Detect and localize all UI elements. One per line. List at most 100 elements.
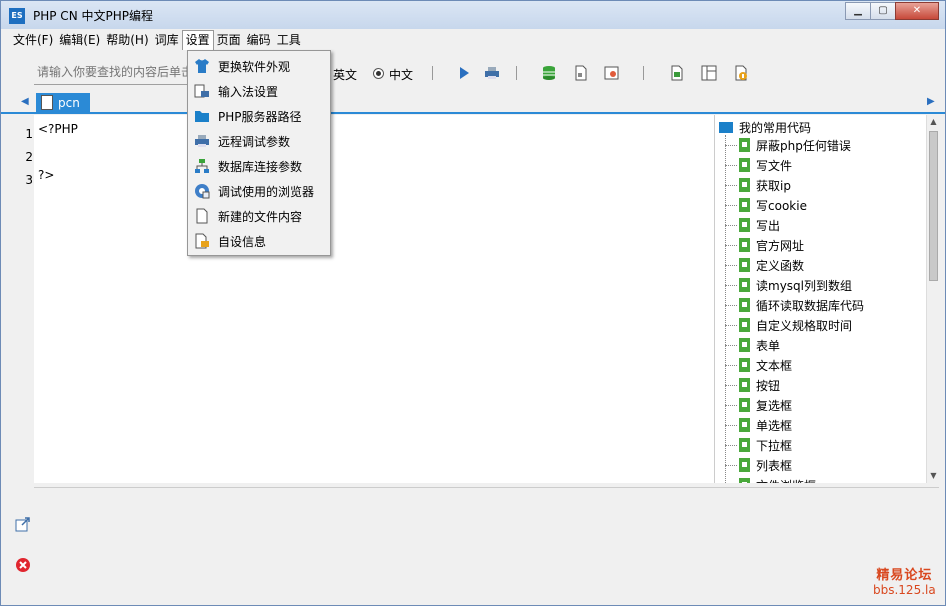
tree-connector bbox=[725, 464, 737, 466]
menu-item-label: 输入法设置 bbox=[218, 84, 279, 99]
export-icon[interactable] bbox=[15, 516, 31, 532]
tree-connector bbox=[725, 364, 737, 366]
printer-icon[interactable] bbox=[484, 65, 500, 81]
shirt-icon bbox=[194, 58, 210, 74]
tree-root[interactable]: 我的常用代码 bbox=[719, 118, 811, 136]
tree-item[interactable]: 文本框 bbox=[725, 355, 792, 375]
menu-encoding[interactable]: 编码 bbox=[244, 30, 274, 50]
menu-bar: 文件(F) 编辑(E) 帮助(H) 词库 设置 页面 编码 工具 bbox=[1, 30, 945, 50]
tree-item[interactable]: 表单 bbox=[725, 335, 780, 355]
tree-scrollbar[interactable]: ▲ ▼ bbox=[926, 115, 939, 483]
app-icon: ES bbox=[9, 8, 25, 24]
search-input[interactable] bbox=[34, 61, 194, 83]
tree-item[interactable]: 复选框 bbox=[725, 395, 792, 415]
run-icon[interactable] bbox=[456, 65, 472, 81]
tree-item-label: 循环读取数据库代码 bbox=[756, 298, 865, 313]
tree-item[interactable]: 写出 bbox=[725, 215, 780, 235]
snippet-icon bbox=[739, 378, 750, 392]
tree-item[interactable]: 读mysql列到数组 bbox=[725, 275, 852, 295]
tab-next-arrow[interactable]: ▶ bbox=[927, 96, 935, 107]
scroll-down-arrow[interactable]: ▼ bbox=[927, 469, 940, 483]
code-editor[interactable] bbox=[34, 115, 714, 483]
snippet-icon bbox=[739, 238, 750, 252]
tree-item-label: 写cookie bbox=[756, 198, 807, 213]
toolbar-separator bbox=[643, 66, 644, 80]
menu-item-input-method[interactable]: 输入法设置 bbox=[190, 79, 328, 103]
menu-item-debug-browser[interactable]: 调试使用的浏览器 bbox=[190, 179, 328, 203]
menu-edit[interactable]: 编辑(E) bbox=[56, 30, 103, 50]
panel-divider bbox=[34, 487, 939, 488]
menu-tools[interactable]: 工具 bbox=[274, 30, 304, 50]
browser-icon bbox=[194, 183, 210, 199]
menu-page[interactable]: 页面 bbox=[214, 30, 244, 50]
tree-item[interactable]: 下拉框 bbox=[725, 435, 792, 455]
menu-item-remote-debug[interactable]: 远程调试参数 bbox=[190, 129, 328, 153]
error-icon[interactable] bbox=[15, 557, 31, 573]
menu-item-php-server-path[interactable]: PHP服务器路径 bbox=[190, 104, 328, 128]
tree-item[interactable]: 写cookie bbox=[725, 195, 807, 215]
tree-item-label: 文本框 bbox=[756, 358, 793, 373]
tree-item[interactable]: 按钮 bbox=[725, 375, 780, 395]
tree-connector bbox=[725, 204, 737, 206]
menu-help[interactable]: 帮助(H) bbox=[103, 30, 151, 50]
help-file-icon[interactable] bbox=[733, 65, 749, 81]
tree-item[interactable]: 官方网址 bbox=[725, 235, 804, 255]
tree-item-label: 写文件 bbox=[756, 158, 793, 173]
maximize-button[interactable]: ▢ bbox=[870, 2, 896, 20]
image-record-icon[interactable] bbox=[604, 65, 620, 81]
tree-connector bbox=[725, 144, 737, 146]
code-line[interactable]: <?PHP bbox=[38, 122, 78, 136]
tree-item[interactable]: 循环读取数据库代码 bbox=[725, 295, 864, 315]
menu-item-db-connection[interactable]: 数据库连接参数 bbox=[190, 154, 328, 178]
code-line[interactable]: ?> bbox=[38, 168, 54, 182]
tab-prev-arrow[interactable]: ◀ bbox=[21, 96, 29, 107]
folder-icon bbox=[194, 108, 210, 124]
printer-icon bbox=[194, 133, 210, 149]
line-number: 2 bbox=[25, 150, 33, 164]
lang-english-label[interactable]: 英文 bbox=[333, 66, 357, 83]
lang-chinese-radio[interactable] bbox=[373, 68, 384, 79]
database-icon[interactable] bbox=[541, 65, 557, 81]
tree-connector bbox=[725, 164, 737, 166]
lock-file-icon[interactable] bbox=[669, 65, 685, 81]
tab-pcn[interactable]: pcn bbox=[36, 93, 90, 113]
snippet-tree: 我的常用代码 屏蔽php任何错误写文件获取ip 写cookie 写出 官方网址 定义函数… bbox=[714, 115, 939, 483]
snippet-icon bbox=[739, 278, 750, 292]
menu-dictionary[interactable]: 词库 bbox=[152, 30, 182, 50]
menu-item-custom-info[interactable]: 自设信息 bbox=[190, 229, 328, 253]
output-panel bbox=[1, 483, 945, 605]
toolbar-separator bbox=[432, 66, 433, 80]
menu-file[interactable]: 文件(F) bbox=[10, 30, 56, 50]
tree-item[interactable]: 获取ip bbox=[725, 175, 791, 195]
tree-connector bbox=[725, 284, 737, 286]
tree-item-label: 下拉框 bbox=[756, 438, 793, 453]
tab-underline bbox=[1, 112, 945, 114]
tree-item[interactable]: 自定义规格取时间 bbox=[725, 315, 852, 335]
lang-chinese-label[interactable]: 中文 bbox=[389, 66, 413, 83]
scroll-thumb[interactable] bbox=[929, 131, 938, 281]
tab-label: pcn bbox=[58, 96, 80, 110]
tree-item[interactable]: 定义函数 bbox=[725, 255, 804, 275]
menu-settings[interactable]: 设置 bbox=[181, 30, 214, 50]
tree-connector bbox=[725, 244, 737, 246]
tree-item[interactable]: 写文件 bbox=[725, 155, 792, 175]
network-icon bbox=[194, 158, 210, 174]
menu-item-appearance[interactable]: 更换软件外观 bbox=[190, 54, 328, 78]
tree-item[interactable]: 单选框 bbox=[725, 415, 792, 435]
line-number: 1 bbox=[25, 127, 33, 141]
close-button[interactable]: ✕ bbox=[895, 2, 939, 20]
layout-icon[interactable] bbox=[701, 65, 717, 81]
info-icon bbox=[194, 233, 210, 249]
tree-item[interactable]: 屏蔽php任何错误 bbox=[725, 135, 851, 155]
title-bar[interactable]: ES PHP CN 中文PHP编程 ▁ ▢ ✕ bbox=[1, 1, 945, 29]
snippet-icon bbox=[739, 318, 750, 332]
tree-item[interactable]: 列表框 bbox=[725, 455, 792, 475]
keyboard-icon bbox=[194, 83, 210, 99]
minimize-button[interactable]: ▁ bbox=[845, 2, 871, 20]
tree-item[interactable]: 文件浏览框 bbox=[725, 475, 816, 483]
scroll-up-arrow[interactable]: ▲ bbox=[927, 115, 940, 129]
menu-item-new-file-content[interactable]: 新建的文件内容 bbox=[190, 204, 328, 228]
tab-bar: ◀ pcn ▶ bbox=[1, 93, 945, 113]
snippet-icon bbox=[739, 158, 750, 172]
document-icon[interactable] bbox=[573, 65, 589, 81]
